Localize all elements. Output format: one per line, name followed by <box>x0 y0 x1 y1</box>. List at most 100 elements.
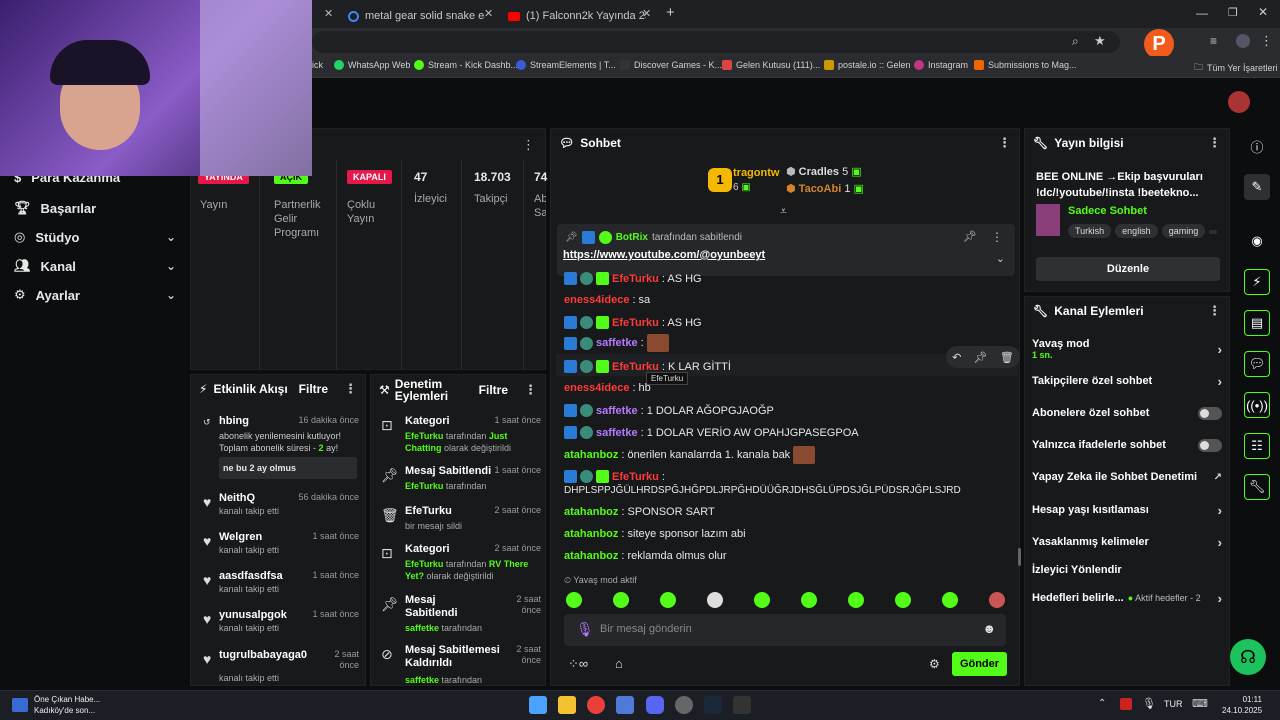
feed-user[interactable]: hbing <box>219 415 249 427</box>
bolt-icon[interactable]: ⚡︎ <box>1244 269 1270 295</box>
feed-user[interactable]: Welgren <box>219 531 262 543</box>
bookmark-instagram[interactable]: Instagram <box>914 60 968 70</box>
network-icon[interactable]: ⌨︎ <box>1192 697 1208 710</box>
emote-icon[interactable] <box>566 592 582 608</box>
category-thumbnail[interactable] <box>1036 204 1060 236</box>
nav-item-studyo[interactable]: ◎ Stüdyo ⌄ <box>14 229 176 245</box>
emote-icon[interactable] <box>895 592 911 608</box>
app-icon[interactable] <box>675 696 693 714</box>
bookmark-submissions[interactable]: Submissions to Mag... <box>974 60 1077 70</box>
tray-app-icon[interactable] <box>1120 698 1132 710</box>
bookmarks-folder[interactable]: 🗀 Tüm Yer İşaretleri <box>1194 60 1278 76</box>
bookmark-streamelements[interactable]: StreamElements | T... <box>516 60 616 70</box>
user-avatar[interactable] <box>1228 91 1250 113</box>
close-window-icon[interactable]: ✕ <box>1258 5 1268 19</box>
playlist-icon[interactable]: ≡ <box>1210 34 1217 48</box>
action-goals[interactable]: Hedefleri belirle... ● Aktif hedefler - 2… <box>1032 590 1222 606</box>
more-icon[interactable]: ⋮ <box>1208 303 1221 319</box>
action-emotes-only[interactable]: Yalnızca ifadelerle sohbet <box>1032 437 1222 453</box>
action-account-age[interactable]: Hesap yaşı kısıtlaması › <box>1032 502 1222 518</box>
mic-icon[interactable]: 🎙︎ <box>1142 697 1156 710</box>
wrench-icon[interactable]: 🔧︎ <box>1244 474 1270 500</box>
infinity-icon[interactable]: ⁘∞ <box>568 656 588 672</box>
start-icon[interactable] <box>529 696 547 714</box>
url-field[interactable] <box>312 31 1120 53</box>
feed-user[interactable]: tugrulbabayaga0 <box>219 649 307 661</box>
pin-icon[interactable]: 📌︎ <box>974 351 988 364</box>
more-icon[interactable]: ⋮ <box>991 230 1003 244</box>
edit-button[interactable]: Düzenle <box>1036 257 1220 281</box>
tag[interactable]: english <box>1115 224 1158 238</box>
new-tab-button[interactable]: + <box>666 4 675 21</box>
close-tab-icon[interactable]: ✕ <box>642 7 651 20</box>
bookmark-discover[interactable]: Discover Games - K... <box>620 60 722 70</box>
nav-item-basarilar[interactable]: 🏆︎ Başarılar <box>14 200 176 216</box>
app-icon[interactable] <box>616 696 634 714</box>
maximize-icon[interactable]: ❐ <box>1228 6 1238 19</box>
star-icon[interactable]: ★ <box>1094 33 1106 49</box>
toggle-switch[interactable] <box>1198 406 1222 420</box>
stream-category[interactable]: Sadece Sohbet <box>1068 205 1147 217</box>
bookmark-whatsapp[interactable]: WhatsApp Web <box>334 60 410 70</box>
emote-icon[interactable] <box>989 592 1005 608</box>
tag[interactable] <box>1209 230 1218 234</box>
unpin-icon[interactable]: 📌︎ <box>963 230 977 243</box>
broadcast-icon[interactable]: ((•)) <box>1244 392 1270 418</box>
store-icon[interactable]: ⌂ <box>615 656 623 671</box>
chevron-down-icon[interactable]: ⌄ <box>996 252 1005 265</box>
filter-button[interactable]: Filtre <box>479 383 508 397</box>
action-slow-mode[interactable]: Yavaş mod 1 sn. › <box>1032 336 1222 362</box>
filter-button[interactable]: Filtre <box>299 382 328 396</box>
browser-menu-icon[interactable]: ⋮ <box>1260 33 1273 49</box>
emote-icon[interactable] <box>848 592 864 608</box>
emoji-icon[interactable]: ☻ <box>982 621 996 636</box>
browser-tab[interactable]: (1) Falconn2k Yayında 25k Bit B <box>500 4 658 28</box>
extension-p-icon[interactable]: P <box>1144 29 1174 59</box>
obs-icon[interactable] <box>733 696 751 714</box>
zoom-icon[interactable]: ⌕ <box>1072 34 1079 49</box>
action-ai-moderation[interactable]: Yapay Zeka ile Sohbet Denetimi ↗ <box>1032 469 1222 485</box>
collapse-leaderboard-icon[interactable]: ⩡ <box>780 204 787 219</box>
leaderboard-user[interactable]: tragontw <box>733 167 779 179</box>
emote-icon[interactable] <box>801 592 817 608</box>
close-tab-icon[interactable]: ✕ <box>324 7 333 20</box>
send-button[interactable]: Gönder <box>952 652 1007 676</box>
nav-item-kanal[interactable]: 👥︎ Kanal ⌄ <box>14 258 176 274</box>
action-followers-only[interactable]: Takipçilere özel sohbet › <box>1032 373 1222 389</box>
feed-user[interactable]: aasdfasdfsa <box>219 570 283 582</box>
chat-scrollbar[interactable] <box>1018 548 1021 566</box>
help-headset-icon[interactable]: ☊ <box>1230 639 1266 675</box>
steam-icon[interactable] <box>704 696 722 714</box>
emote-icon[interactable] <box>942 592 958 608</box>
more-icon[interactable]: ⋮ <box>524 382 537 398</box>
browser-tab[interactable]: metal gear solid snake eater - G <box>340 4 498 28</box>
emote-icon[interactable] <box>613 592 629 608</box>
language-indicator[interactable]: TUR <box>1164 699 1183 709</box>
chat-input[interactable]: 🎙︎ Bir mesaj gönderin ☻ <box>564 614 1006 646</box>
news-icon[interactable] <box>12 698 28 712</box>
bookmark-postale[interactable]: postale.io :: Gelen <box>824 60 911 70</box>
action-subs-only[interactable]: Abonelere özel sohbet <box>1032 405 1222 421</box>
more-icon[interactable]: ⋮ <box>998 135 1011 151</box>
pinned-user[interactable]: BotRix <box>616 232 648 243</box>
more-icon[interactable]: ⋮ <box>344 381 357 397</box>
close-tab-icon[interactable]: ✕ <box>484 7 493 20</box>
chat-icon[interactable]: 💬︎ <box>1244 351 1270 377</box>
emote-icon[interactable] <box>754 592 770 608</box>
emote-icon[interactable] <box>660 592 676 608</box>
file-explorer-icon[interactable] <box>558 696 576 714</box>
mic-icon[interactable]: 🎙︎ <box>576 621 594 638</box>
bookmark[interactable]: ick <box>312 60 323 70</box>
bookmark-inbox[interactable]: Gelen Kutusu (111)... <box>722 60 820 70</box>
tag[interactable]: Turkish <box>1068 224 1112 238</box>
toggle-switch[interactable] <box>1198 438 1222 452</box>
news-widget[interactable]: Öne Çıkan Habe... Kadıköy'de son... <box>34 694 100 716</box>
chrome-icon[interactable] <box>587 696 605 714</box>
feed-user[interactable]: NeithQ <box>219 492 255 504</box>
notes-icon[interactable]: ▤ <box>1244 310 1270 336</box>
reply-icon[interactable]: ↶ <box>952 351 961 364</box>
emote-icon[interactable] <box>707 592 723 608</box>
chat-settings-icon[interactable]: ⚙ <box>929 657 940 671</box>
nav-item-ayarlar[interactable]: ⚙ Ayarlar ⌄ <box>14 287 176 303</box>
leaderboard-item[interactable]: ⬢ TacoAbi 1 ▣ <box>786 182 864 195</box>
